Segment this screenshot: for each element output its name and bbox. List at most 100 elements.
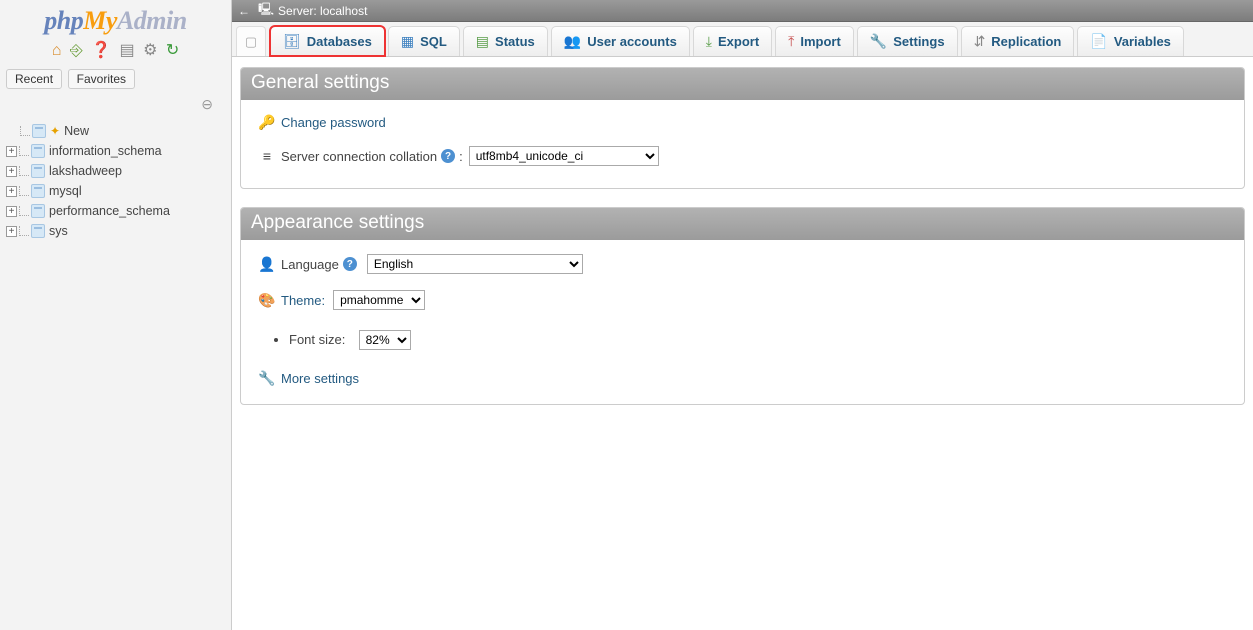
back-icon[interactable]: ← (238, 4, 250, 18)
tree-db-label: information_schema (49, 141, 162, 161)
status-icon: ▤ (476, 33, 489, 50)
row-theme: 🎨 Theme: pmahomme (259, 290, 1226, 310)
database-icon: 🗄 (283, 33, 301, 50)
tree-db[interactable]: + performance_schema (4, 201, 227, 221)
breadcrumb-label: Server: (278, 4, 317, 18)
help-icon[interactable]: ? (343, 257, 357, 271)
password-icon: 🔑 (259, 114, 275, 130)
gear-icon[interactable]: ⚙ (143, 42, 157, 59)
database-icon (32, 124, 46, 138)
panel-title: Appearance settings (241, 208, 1244, 240)
language-icon: 👤 (259, 256, 275, 272)
docs-icon[interactable]: ❓ (91, 42, 111, 59)
collation-icon: ≡ (259, 148, 275, 164)
users-icon: 👥 (564, 33, 581, 50)
database-icon (31, 164, 45, 178)
wrench-icon: 🔧 (870, 33, 887, 50)
sidebar-tabs: Recent Favorites (0, 66, 231, 92)
tab-label: Variables (1114, 34, 1171, 49)
tree-db-label: performance_schema (49, 201, 170, 221)
breadcrumb-server[interactable]: localhost (320, 4, 367, 18)
tab-label: Settings (893, 34, 944, 49)
variables-icon: 📄 (1090, 33, 1107, 50)
logo-part-admin: Admin (117, 6, 187, 35)
top-tabs: ▢ 🗄 Databases ▦ SQL ▤ Status 👥 User acco… (232, 22, 1253, 57)
database-icon (31, 224, 45, 238)
collation-label: Server connection collation (281, 149, 437, 164)
tab-export[interactable]: ⤓ Export (693, 26, 772, 56)
theme-icon: 🎨 (259, 292, 275, 308)
import-icon: ⤒ (788, 33, 794, 50)
database-icon (31, 204, 45, 218)
tree-new-db[interactable]: ✦ New (4, 121, 227, 141)
tab-label: Export (718, 34, 759, 49)
db-tree: ✦ New + information_schema + lakshadweep… (0, 119, 231, 249)
wrench-icon: 🔧 (259, 370, 275, 386)
tab-users[interactable]: 👥 User accounts (551, 26, 690, 56)
collation-select[interactable]: utf8mb4_unicode_ci (469, 146, 659, 166)
breadcrumb-bar: ← 🖳 Server: localhost (232, 0, 1253, 22)
tab-databases[interactable]: 🗄 Databases (270, 26, 385, 56)
tab-label: Replication (991, 34, 1061, 49)
sidebar-iconbar: ⌂ ⎆ ❓ ▤ ⚙ ↻ (0, 38, 231, 66)
tab-status[interactable]: ▤ Status (463, 26, 548, 56)
logo-part-php: php (44, 6, 83, 35)
expand-icon[interactable]: + (6, 146, 17, 157)
nav-sidebar: phpMyAdmin ⌂ ⎆ ❓ ▤ ⚙ ↻ Recent Favorites … (0, 0, 232, 630)
change-password-link[interactable]: Change password (281, 115, 386, 130)
tree-db-label: lakshadweep (49, 161, 122, 181)
logout-icon[interactable]: ⎆ (70, 42, 83, 59)
tab-settings[interactable]: 🔧 Settings (857, 26, 958, 56)
database-icon (31, 144, 45, 158)
tree-branch (19, 146, 29, 156)
tree-db[interactable]: + lakshadweep (4, 161, 227, 181)
row-collation: ≡ Server connection collation ? : utf8mb… (259, 146, 1226, 166)
replication-icon: ⇵ (974, 33, 986, 50)
language-select[interactable]: English (367, 254, 583, 274)
tab-import[interactable]: ⤒ Import (775, 26, 854, 56)
tree-branch (19, 166, 29, 176)
tree-db[interactable]: + sys (4, 221, 227, 241)
font-size-select[interactable]: 82% (359, 330, 411, 350)
colon: : (459, 149, 463, 164)
tab-label: SQL (420, 34, 447, 49)
collapse-icon[interactable]: ⊖ (0, 92, 231, 119)
expand-icon[interactable]: + (6, 206, 17, 217)
tree-new-label: New (64, 121, 89, 141)
row-language: 👤 Language ? English (259, 254, 1226, 274)
tab-recent[interactable]: Recent (6, 69, 62, 89)
tree-branch (19, 186, 29, 196)
reload-icon[interactable]: ↻ (166, 42, 179, 59)
panel-appearance-settings: Appearance settings 👤 Language ? English… (240, 207, 1245, 405)
font-size-label: Font size: (289, 332, 345, 347)
tab-variables[interactable]: 📄 Variables (1077, 26, 1184, 56)
tree-branch (19, 206, 29, 216)
language-label: Language (281, 257, 339, 272)
theme-label[interactable]: Theme: (281, 293, 325, 308)
tab-sql[interactable]: ▦ SQL (388, 26, 460, 56)
home-icon[interactable]: ⌂ (52, 42, 62, 59)
new-star-icon: ✦ (50, 121, 60, 141)
tree-db-label: mysql (49, 181, 82, 201)
database-icon (31, 184, 45, 198)
more-settings-link[interactable]: More settings (281, 371, 359, 386)
expand-icon[interactable]: + (6, 166, 17, 177)
export-icon: ⤓ (706, 33, 712, 50)
logo-part-my: My (83, 6, 117, 35)
tab-window-icon[interactable]: ▢ (236, 26, 266, 56)
tree-db-label: sys (49, 221, 68, 241)
expand-icon[interactable]: + (6, 186, 17, 197)
help-icon[interactable]: ? (441, 149, 455, 163)
row-font-size: Font size: 82% (289, 326, 1226, 354)
server-icon: 🖳 (258, 0, 274, 21)
tab-replication[interactable]: ⇵ Replication (961, 26, 1075, 56)
tree-branch (19, 226, 29, 236)
theme-select[interactable]: pmahomme (333, 290, 425, 310)
sql-window-icon[interactable]: ▤ (119, 42, 134, 59)
tree-db[interactable]: + mysql (4, 181, 227, 201)
tab-favorites[interactable]: Favorites (68, 69, 135, 89)
panel-title: General settings (241, 68, 1244, 100)
tab-label: User accounts (587, 34, 677, 49)
expand-icon[interactable]: + (6, 226, 17, 237)
tree-db[interactable]: + information_schema (4, 141, 227, 161)
